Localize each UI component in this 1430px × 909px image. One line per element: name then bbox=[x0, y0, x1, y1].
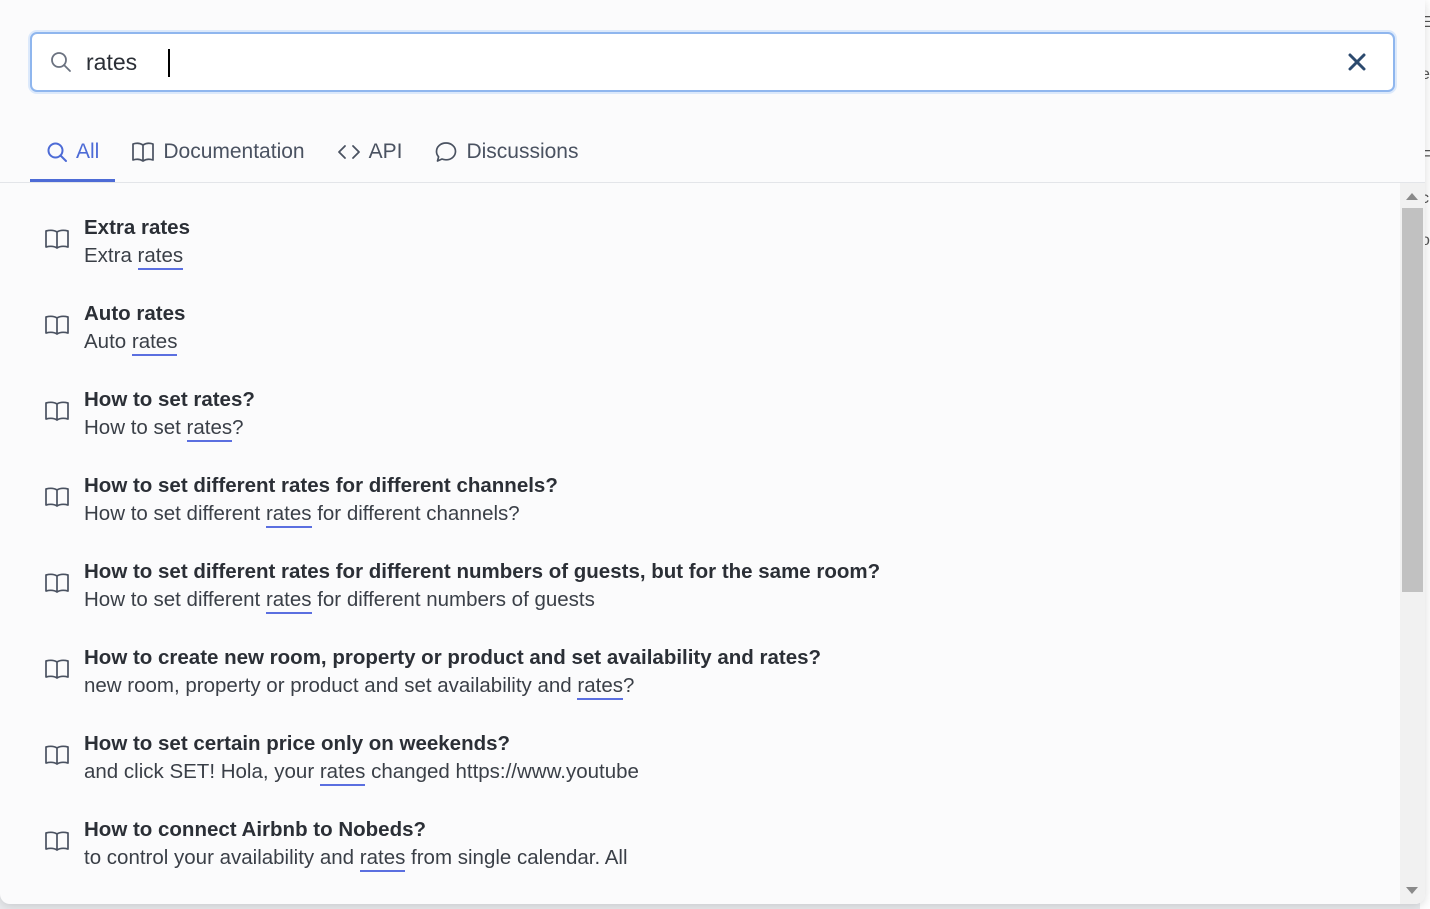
result-snippet: new room, property or product and set av… bbox=[84, 674, 634, 700]
scroll-down-arrow-icon[interactable] bbox=[1406, 887, 1418, 894]
book-icon bbox=[45, 831, 69, 851]
scroll-up-arrow-icon[interactable] bbox=[1406, 193, 1418, 200]
tab-documentation[interactable]: Documentation bbox=[115, 122, 320, 182]
search-result[interactable]: How to set rates? How to set rates? bbox=[0, 355, 1400, 442]
search-result[interactable]: How to set certain price only on weekend… bbox=[0, 699, 1400, 786]
match-highlight: rates bbox=[265, 588, 312, 614]
scrollbar-thumb[interactable] bbox=[1402, 208, 1423, 592]
chat-bubble-icon bbox=[436, 142, 457, 162]
close-icon bbox=[1348, 53, 1366, 71]
result-title: How to set different rates for different… bbox=[84, 560, 881, 583]
result-snippet: How to set rates? bbox=[84, 416, 244, 442]
result-snippet: and click SET! Hola, your rates changed … bbox=[84, 760, 639, 786]
search-result[interactable]: Extra rates Extra rates bbox=[0, 183, 1400, 270]
text-caret bbox=[168, 49, 170, 77]
search-input[interactable] bbox=[86, 42, 1337, 82]
result-title: How to set certain price only on weekend… bbox=[84, 732, 511, 755]
match-highlight: rates bbox=[265, 502, 312, 528]
match-highlight: rates bbox=[359, 846, 406, 872]
result-snippet: to control your availability and rates f… bbox=[84, 846, 628, 872]
match-highlight: rates bbox=[319, 760, 366, 786]
result-snippet: How to set different rates for different… bbox=[84, 502, 520, 528]
search-result[interactable]: How to set different rates for different… bbox=[0, 441, 1400, 528]
search-box[interactable] bbox=[30, 32, 1395, 92]
search-result[interactable]: How to set different rates for different… bbox=[0, 527, 1400, 614]
search-icon bbox=[47, 142, 67, 162]
match-highlight: rates bbox=[137, 244, 184, 270]
tab-discussions[interactable]: Discussions bbox=[418, 122, 594, 182]
result-snippet: Extra rates bbox=[84, 244, 184, 270]
book-icon bbox=[45, 659, 69, 679]
book-icon bbox=[45, 315, 69, 335]
search-result[interactable]: How to create new room, property or prod… bbox=[0, 613, 1400, 700]
clear-search-button[interactable] bbox=[1337, 42, 1377, 82]
result-title: Extra rates bbox=[84, 216, 190, 239]
tab-label: All bbox=[76, 140, 100, 163]
match-highlight: rates bbox=[131, 330, 178, 356]
book-icon bbox=[45, 573, 69, 593]
match-highlight: rates bbox=[186, 416, 233, 442]
results-scrollbar[interactable] bbox=[1400, 183, 1425, 904]
match-highlight: rates bbox=[577, 674, 623, 700]
book-icon bbox=[132, 142, 155, 162]
book-icon bbox=[45, 401, 69, 421]
tab-all[interactable]: All bbox=[30, 122, 116, 182]
book-icon bbox=[45, 229, 69, 249]
book-icon bbox=[45, 487, 69, 507]
tab-label: Documentation bbox=[163, 140, 305, 163]
results-list: Extra rates Extra rates Auto rates Auto … bbox=[0, 183, 1400, 904]
result-title: How to create new room, property or prod… bbox=[84, 646, 822, 669]
code-icon bbox=[337, 145, 360, 159]
search-result[interactable]: Auto rates Auto rates bbox=[0, 269, 1400, 356]
result-title: How to set different rates for different… bbox=[84, 474, 558, 497]
result-title: Auto rates bbox=[84, 302, 186, 325]
filter-tabs: All Documentation API Discussions bbox=[30, 122, 595, 182]
tab-label: Discussions bbox=[466, 140, 579, 163]
search-modal: All Documentation API Discussions Extra … bbox=[0, 0, 1425, 904]
tab-label: API bbox=[368, 140, 403, 163]
result-snippet: Auto rates bbox=[84, 330, 178, 356]
result-snippet: How to set different rates for different… bbox=[84, 588, 595, 614]
result-title: How to set rates? bbox=[84, 388, 255, 411]
search-icon bbox=[50, 51, 72, 73]
book-icon bbox=[45, 745, 69, 765]
result-title: How to connect Airbnb to Nobeds? bbox=[84, 818, 427, 841]
search-result[interactable]: How to connect Airbnb to Nobeds? to cont… bbox=[0, 785, 1400, 872]
tab-api[interactable]: API bbox=[321, 122, 419, 182]
